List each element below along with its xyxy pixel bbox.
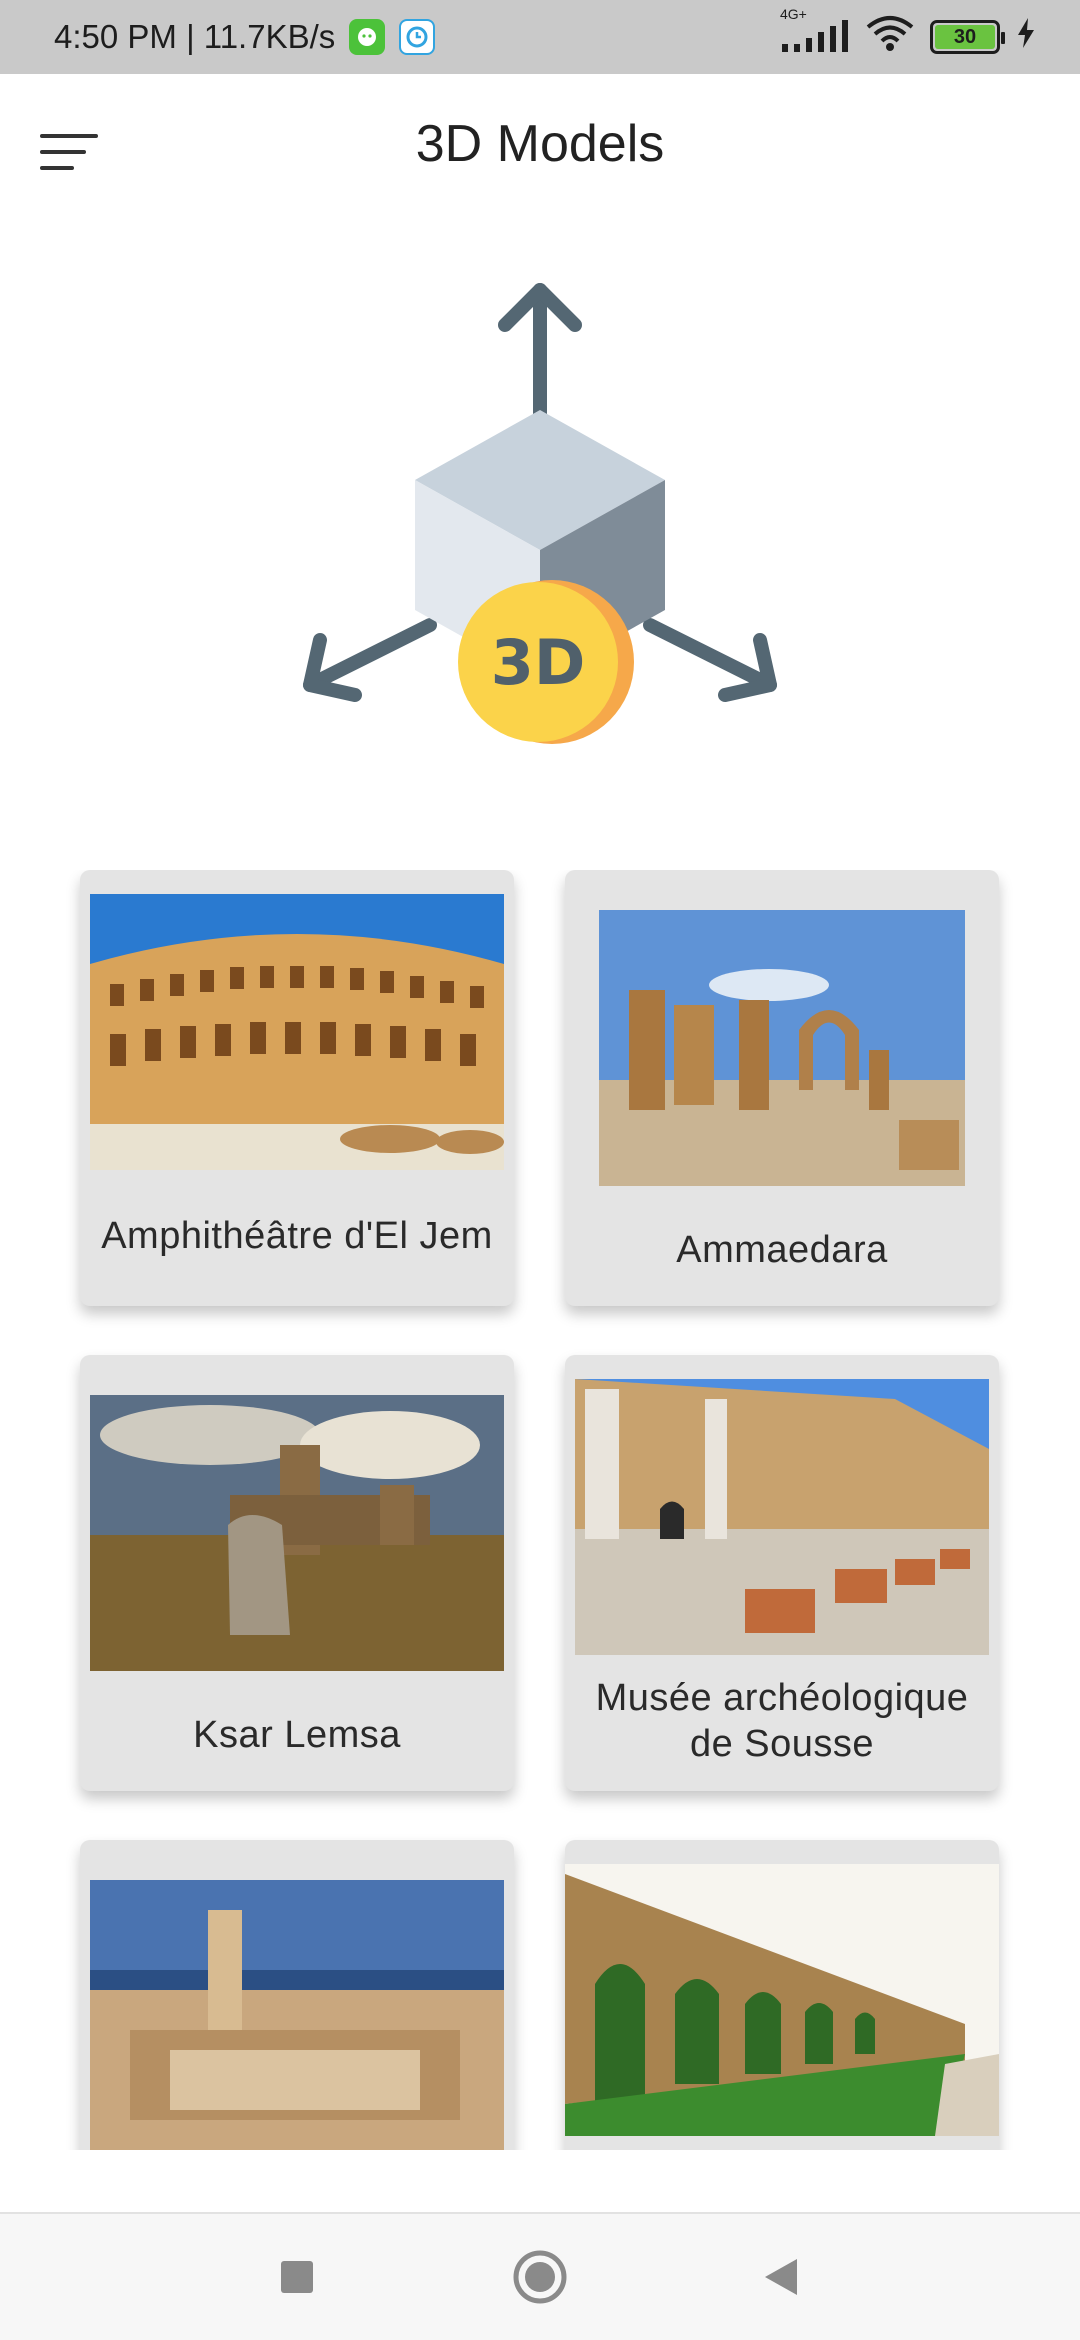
model-card[interactable]: Ksar Lemsa	[80, 1355, 514, 1791]
page-title: 3D Models	[415, 115, 665, 173]
system-nav-bar	[0, 2212, 1080, 2340]
model-card[interactable]: Musée archéologique de Sousse	[565, 1355, 999, 1791]
status-left: 4:50 PM | 11.7KB/s	[54, 18, 436, 56]
home-icon[interactable]	[507, 2244, 573, 2310]
model-image-ammaedara	[599, 910, 965, 1186]
models-grid: Amphithéâtre d'El Jem Ammaedara Ksar Lem…	[0, 870, 1080, 2150]
model-title: Ksar Lemsa	[193, 1714, 401, 1756]
battery-icon: 30	[930, 20, 1005, 54]
wechat-notification-icon	[349, 19, 386, 55]
wifi-icon	[866, 15, 914, 59]
model-title: Musée archéologique de Sousse	[595, 1677, 969, 1765]
model-title: Ammaedara	[676, 1229, 888, 1271]
recent-apps-icon[interactable]	[264, 2244, 330, 2310]
badge-3d-text: 3D	[491, 626, 586, 699]
status-bar: 4:50 PM | 11.7KB/s 4G+ 30	[0, 0, 1080, 74]
back-icon[interactable]	[748, 2244, 814, 2310]
model-card[interactable]: Ammaedara	[565, 870, 999, 1306]
signal-icon: 4G+	[780, 6, 850, 54]
model-image-musee-sousse	[575, 1379, 989, 1655]
app-bar: 3D Models	[0, 74, 1080, 234]
network-type: 4G+	[780, 6, 807, 22]
model-title: Amphithéâtre d'El Jem	[101, 1215, 493, 1257]
model-card[interactable]: Amphithéâtre d'El Jem	[80, 870, 514, 1306]
status-time-speed: 4:50 PM | 11.7KB/s	[54, 18, 336, 55]
model-card[interactable]	[565, 1840, 999, 2150]
model-card[interactable]	[80, 1840, 514, 2150]
model-image-ksar-lemsa	[90, 1395, 504, 1671]
3d-model-illustration: 3D	[290, 270, 790, 770]
model-image-el-jem	[90, 894, 504, 1170]
battery-level: 30	[935, 25, 995, 49]
clock-notification-icon	[399, 19, 436, 55]
model-image-aqueduct	[565, 1864, 999, 2136]
status-right: 4G+ 30	[780, 6, 1036, 59]
model-image-ribat-monastir	[90, 1880, 504, 2150]
charging-icon	[1016, 18, 1036, 56]
